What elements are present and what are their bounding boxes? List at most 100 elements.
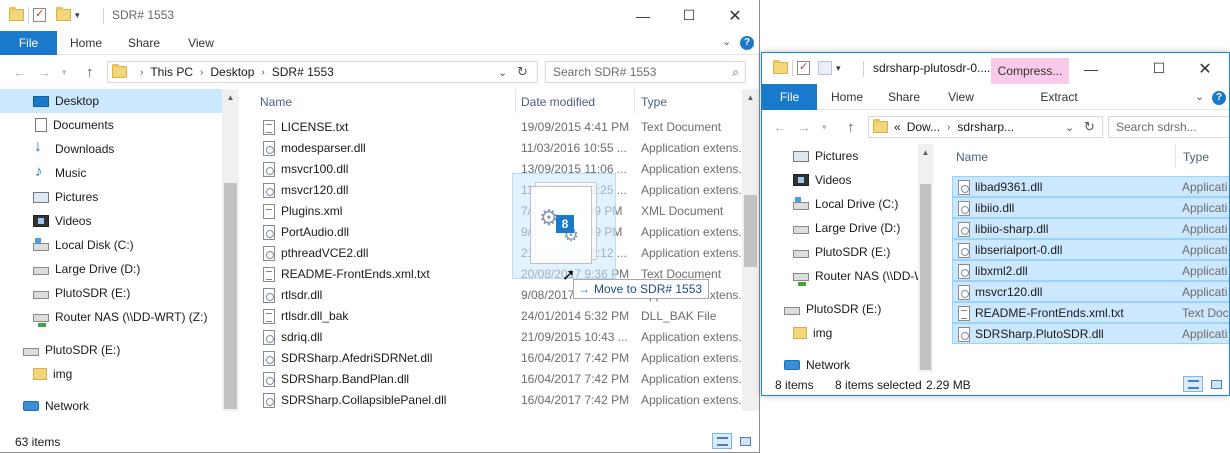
- table-row[interactable]: LICENSE.txt 19/09/2015 4:41 PM Text Docume…: [252, 117, 741, 138]
- forward-button[interactable]: →: [37, 64, 51, 80]
- breadcrumb-current[interactable]: SDR# 1553: [272, 65, 334, 79]
- search-box[interactable]: ⌕: [545, 61, 746, 83]
- scrollbar-thumb[interactable]: [224, 183, 237, 409]
- table-row[interactable]: SDRSharp.BandPlan.dll 16/04/2017 7:42 PM A…: [252, 369, 741, 390]
- tab-home[interactable]: Home: [820, 84, 874, 108]
- nav-item-plutosdr[interactable]: PlutoSDR (E:): [762, 240, 890, 264]
- new-file-icon[interactable]: [818, 61, 832, 75]
- breadcrumb-desktop[interactable]: Desktop: [210, 65, 254, 79]
- table-row[interactable]: README-FrontEnds.xml.txt Text Docu: [952, 302, 1229, 323]
- details-view-button[interactable]: [712, 433, 732, 449]
- tab-view[interactable]: View: [175, 31, 227, 55]
- breadcrumb-overflow[interactable]: «: [894, 120, 901, 134]
- scrollbar-thumb[interactable]: [920, 184, 931, 370]
- scroll-up-icon[interactable]: ▲: [918, 144, 933, 161]
- search-icon[interactable]: ⌕: [732, 65, 739, 80]
- back-button[interactable]: ←: [13, 64, 27, 80]
- maximize-button[interactable]: ☐: [1136, 53, 1182, 84]
- table-row[interactable]: sdriq.dll 21/09/2015 10:43 ... Application…: [252, 327, 741, 348]
- details-view-button[interactable]: [1183, 376, 1203, 392]
- column-header-type[interactable]: Type: [1175, 144, 1229, 168]
- scroll-up-icon[interactable]: ▲: [742, 89, 759, 106]
- table-row[interactable]: rtlsdr.dll_bak 24/01/2014 5:32 PM DLL_BAK …: [252, 306, 741, 327]
- address-dropdown-icon[interactable]: ⌄: [498, 62, 507, 82]
- address-dropdown-icon[interactable]: ⌄: [1065, 117, 1074, 137]
- large-icons-view-button[interactable]: [1206, 376, 1226, 392]
- breadcrumb-this-pc[interactable]: This PC: [150, 65, 193, 79]
- nav-item-plutosdr-root[interactable]: PlutoSDR (E:): [0, 338, 120, 362]
- table-row[interactable]: libad9361.dll Applicati: [952, 176, 1229, 197]
- refresh-icon[interactable]: ↻: [1084, 117, 1095, 137]
- table-row[interactable]: SDRSharp.AfedriSDRNet.dll 16/04/2017 7:42…: [252, 348, 741, 369]
- nav-item-large-drive[interactable]: Large Drive (D:): [0, 257, 140, 281]
- close-button[interactable]: ✕: [712, 0, 758, 31]
- search-input[interactable]: [546, 62, 745, 82]
- scroll-up-icon[interactable]: ▲: [222, 89, 239, 106]
- table-row[interactable]: msvcr120.dll11/02/2016 12:25 ...Applicat…: [252, 180, 741, 201]
- nav-item-img[interactable]: img: [0, 362, 72, 386]
- recent-locations-button[interactable]: ▾: [822, 122, 827, 133]
- table-row[interactable]: SDRSharp.CollapsiblePanel.dll 16/04/2017 …: [252, 390, 741, 411]
- scrollbar-thumb[interactable]: [744, 195, 757, 267]
- minimize-button[interactable]: —: [620, 0, 666, 31]
- search-box[interactable]: [1108, 116, 1229, 138]
- nav-item-desktop[interactable]: Desktop: [0, 89, 222, 113]
- up-button[interactable]: ↑: [86, 64, 94, 81]
- nav-item-img[interactable]: img: [762, 321, 832, 345]
- nav-item-network[interactable]: Network: [0, 394, 89, 418]
- table-row[interactable]: pthreadVCE2.dll21/09/2015 11:12 ...Appli…: [252, 243, 741, 264]
- expand-ribbon-icon[interactable]: ⌄: [1195, 90, 1204, 103]
- maximize-button[interactable]: ☐: [666, 0, 712, 31]
- column-header-date[interactable]: Date modified: [513, 89, 635, 113]
- expand-ribbon-icon[interactable]: ⌄: [722, 35, 731, 48]
- compressed-tools-tab[interactable]: Compress...: [991, 58, 1069, 84]
- tab-share[interactable]: Share: [878, 84, 930, 108]
- address-bar[interactable]: › This PC › Desktop › SDR# 1553 ⌄ ↻: [107, 61, 538, 83]
- forward-button[interactable]: →: [797, 119, 811, 135]
- table-row[interactable]: libiio.dll Applicati: [952, 197, 1229, 218]
- table-row[interactable]: SDRSharp.PlutoSDR.dll Applicati: [952, 323, 1229, 344]
- minimize-button[interactable]: —: [1068, 53, 1114, 84]
- nav-item-network[interactable]: Network: [762, 353, 850, 374]
- customize-toolbar-icon[interactable]: ▾: [75, 10, 80, 21]
- table-row[interactable]: modesparser.dll 11/03/2016 10:55 ... Appli…: [252, 138, 741, 159]
- nav-item-local-disk[interactable]: Local Disk (C:): [0, 233, 134, 257]
- up-button[interactable]: ↑: [847, 119, 855, 136]
- tab-file[interactable]: File: [762, 84, 817, 110]
- refresh-icon[interactable]: ↻: [517, 62, 528, 82]
- table-row[interactable]: msvcr100.dll 13/09/2015 11:06 ... Applicat…: [252, 159, 741, 180]
- nav-pane-scrollbar[interactable]: ▲: [222, 89, 239, 411]
- tab-file[interactable]: File: [0, 31, 57, 55]
- search-input[interactable]: [1109, 117, 1229, 137]
- tab-home[interactable]: Home: [60, 31, 112, 55]
- nav-item-plutosdr-root[interactable]: PlutoSDR (E:): [762, 297, 881, 321]
- nav-item-router-nas[interactable]: Router NAS (\\DD-W: [762, 264, 920, 288]
- close-button[interactable]: ✕: [1182, 53, 1228, 84]
- nav-item-documents[interactable]: Documents: [0, 113, 114, 137]
- help-icon[interactable]: ?: [1212, 91, 1226, 105]
- table-row[interactable]: libiio-sharp.dll Applicati: [952, 218, 1229, 239]
- column-header-name[interactable]: Name: [252, 89, 516, 113]
- table-row[interactable]: PortAudio.dll9/05/2016 5:39 PMApplicatio…: [252, 222, 741, 243]
- nav-item-local-drive[interactable]: Local Drive (C:): [762, 192, 898, 216]
- new-folder-icon[interactable]: [56, 7, 71, 21]
- recent-locations-button[interactable]: ▾: [62, 67, 67, 78]
- table-row[interactable]: msvcr120.dll Applicati: [952, 281, 1229, 302]
- nav-item-pictures[interactable]: Pictures: [0, 185, 98, 209]
- nav-item-plutosdr[interactable]: PlutoSDR (E:): [0, 281, 130, 305]
- nav-item-router-nas[interactable]: Router NAS (\\DD-WRT) (Z:): [0, 305, 207, 329]
- large-icons-view-button[interactable]: [735, 433, 755, 449]
- tab-share[interactable]: Share: [118, 31, 170, 55]
- back-button[interactable]: ←: [773, 119, 787, 135]
- nav-item-large-drive[interactable]: Large Drive (D:): [762, 216, 900, 240]
- file-list-scrollbar[interactable]: ▲: [742, 89, 759, 411]
- help-icon[interactable]: ?: [740, 36, 754, 50]
- tab-extract[interactable]: Extract: [1018, 84, 1100, 108]
- table-row[interactable]: libxml2.dll Applicati: [952, 260, 1229, 281]
- column-header-type[interactable]: Type: [633, 89, 741, 113]
- properties-icon[interactable]: [33, 7, 46, 22]
- tab-view[interactable]: View: [935, 84, 987, 108]
- customize-toolbar-icon[interactable]: ▾: [836, 63, 841, 74]
- column-header-name[interactable]: Name: [948, 144, 1176, 168]
- nav-item-videos[interactable]: Videos: [762, 168, 851, 192]
